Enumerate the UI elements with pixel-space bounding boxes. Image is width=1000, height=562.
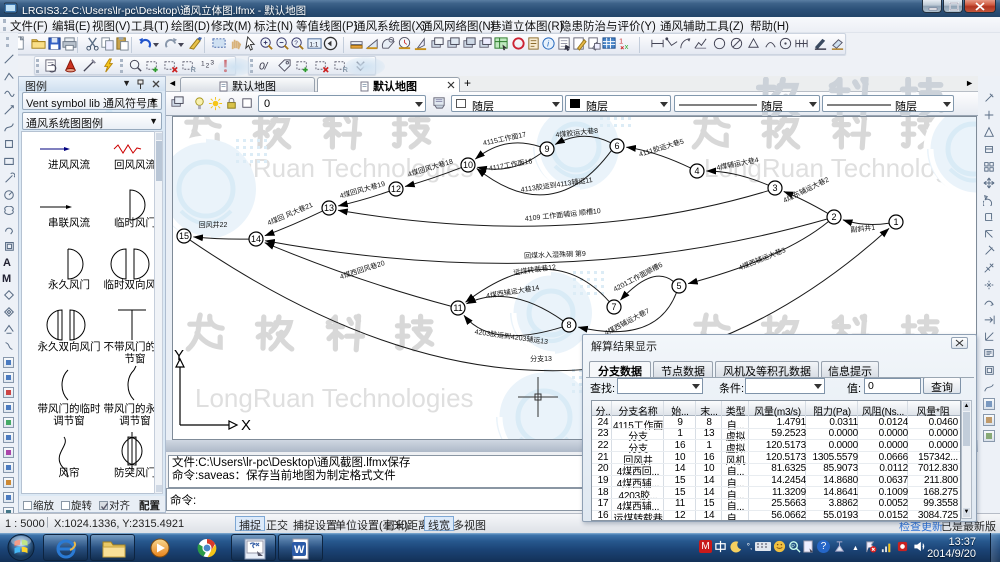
svg-text:回风井22: 回风井22	[199, 220, 228, 229]
svg-text:4109 工作面辅运 顺槽10: 4109 工作面辅运 顺槽10	[524, 206, 601, 223]
svg-text:3: 3	[210, 60, 214, 67]
svg-text:LongRuan Technologies: LongRuan Technologies	[195, 383, 474, 413]
svg-text:12: 12	[391, 184, 401, 194]
svg-text:4117工作面16: 4117工作面16	[488, 156, 533, 172]
svg-text:1: 1	[893, 217, 898, 227]
svg-text:1:1: 1:1	[309, 41, 318, 48]
svg-text:2: 2	[831, 212, 836, 222]
svg-text:14: 14	[251, 234, 261, 244]
svg-text:R: R	[190, 65, 196, 73]
svg-text:Y: Y	[174, 347, 184, 364]
svg-text:0/: 0/	[259, 61, 269, 72]
svg-text:X: X	[241, 417, 251, 434]
svg-text:x: x	[625, 42, 629, 51]
svg-text:4煤西回风巷20: 4煤西回风巷20	[339, 258, 386, 281]
svg-text:4: 4	[694, 166, 699, 176]
svg-text:1: 1	[201, 61, 205, 68]
svg-text:9: 9	[544, 144, 549, 154]
svg-text:13: 13	[324, 203, 334, 213]
svg-text:6: 6	[614, 141, 619, 151]
svg-text:?: ?	[294, 40, 298, 47]
svg-text:2: 2	[206, 62, 210, 69]
svg-text:3: 3	[772, 183, 777, 193]
svg-text:8: 8	[566, 320, 571, 330]
svg-text:回煤水入湿殊硐 第9: 回煤水入湿殊硐 第9	[524, 249, 586, 260]
svg-text:4煤西辅运大巷3: 4煤西辅运大巷3	[737, 245, 787, 272]
svg-text:15: 15	[179, 231, 189, 241]
svg-text:10: 10	[463, 160, 473, 170]
svg-text:4煤回 风大巷21: 4煤回 风大巷21	[266, 200, 314, 227]
svg-text:1: 1	[619, 37, 623, 46]
svg-text:5: 5	[676, 281, 681, 291]
svg-text:7: 7	[611, 302, 616, 312]
svg-text:分支13: 分支13	[530, 354, 552, 363]
svg-text:4115工作面17: 4115工作面17	[482, 130, 527, 148]
svg-text:11: 11	[453, 303, 462, 313]
svg-text:P: P	[791, 544, 795, 550]
svg-text:W: W	[294, 544, 305, 556]
